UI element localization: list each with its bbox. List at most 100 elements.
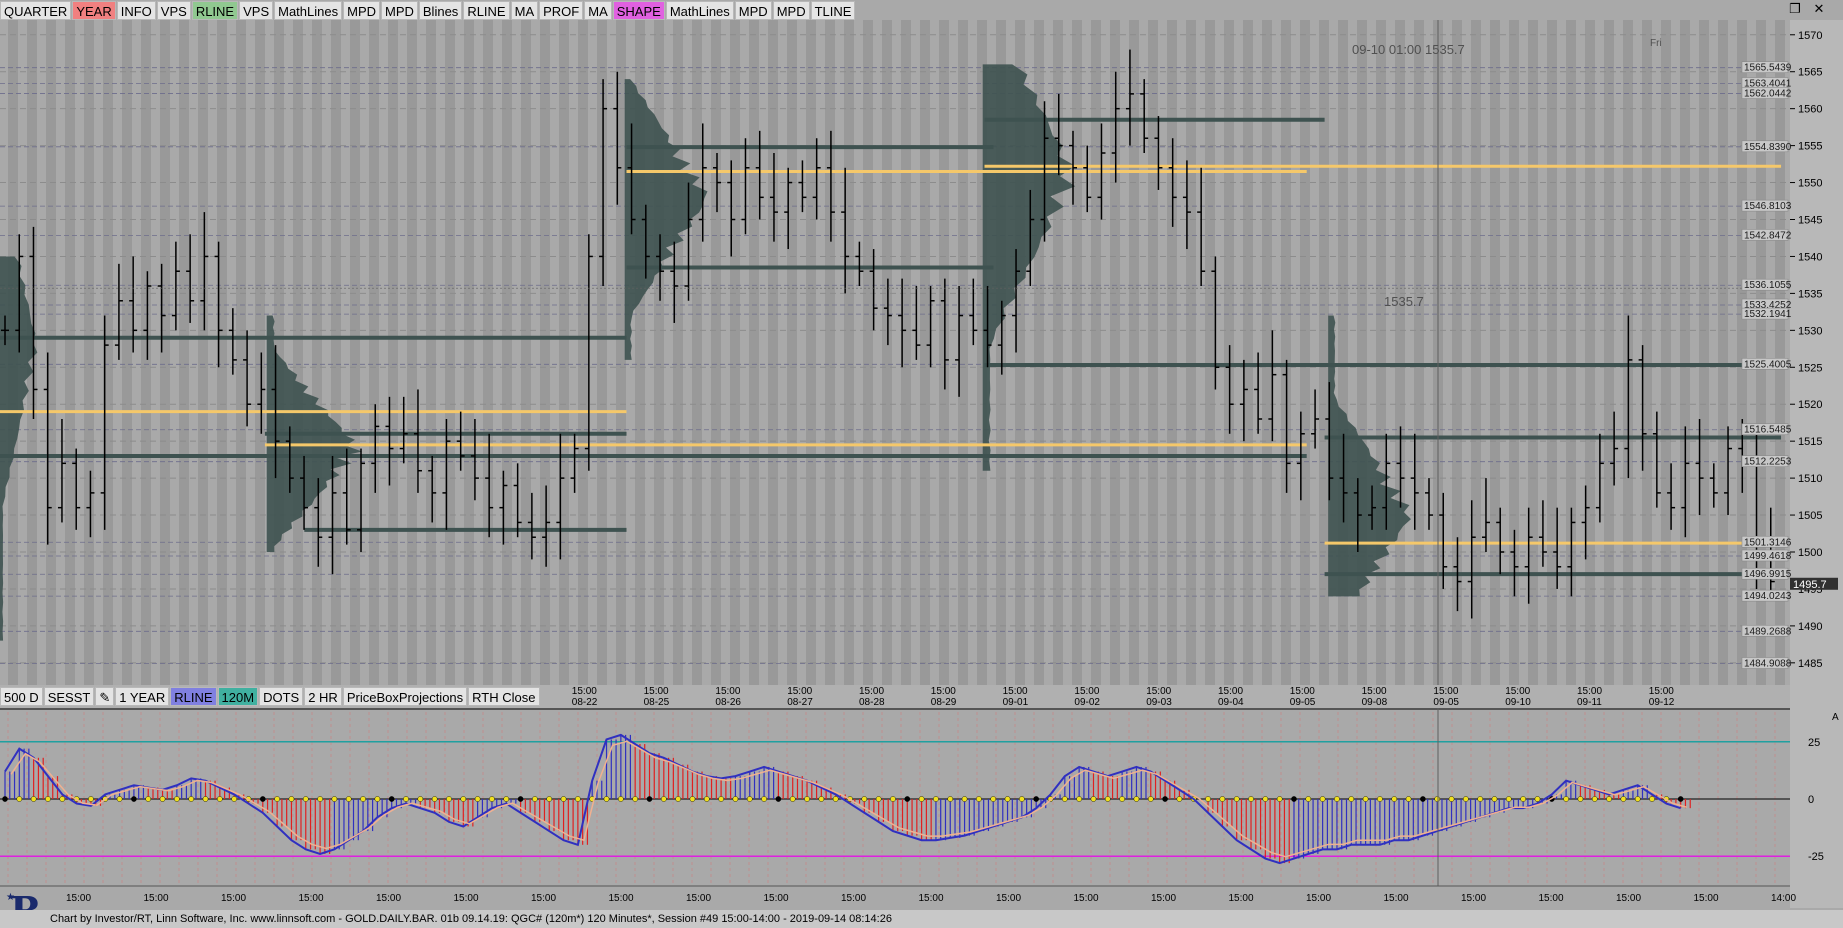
toolbar-button-shape[interactable]: SHAPE [612, 0, 665, 20]
session-band [502, 20, 512, 685]
toolbar-button-dots[interactable]: DOTS [259, 686, 304, 706]
toolbar-button-sesst[interactable]: SESST [43, 686, 95, 706]
session-band [1585, 20, 1595, 685]
macd-oscillator-panel[interactable]: 25 0 -25 A 15:00 15:00 15:00 15:00 15:00 15:00 15:… [0, 708, 1843, 908]
toolbar-button-1-year[interactable]: 1 YEAR [115, 686, 170, 706]
crosshair-price-label: 1535.7 [1384, 294, 1424, 309]
price-tick-label: 1490 [1798, 621, 1822, 633]
session-band [787, 20, 797, 685]
session-band [1642, 20, 1652, 685]
squeeze-dot [732, 796, 739, 802]
osc-time-label: 15:00 [764, 893, 789, 904]
toolbar-button-mpd[interactable]: MPD [734, 0, 772, 20]
date-axis-label: 09-05 [1290, 697, 1316, 708]
price-tick-label: 1500 [1798, 547, 1822, 559]
status-text: Chart by Investor/RT, Linn Software, Inc… [50, 913, 892, 925]
date-axis-label: 08-22 [572, 697, 598, 708]
toolbar-button-vps[interactable]: VPS [239, 0, 274, 20]
status-bar: Chart by Investor/RT, Linn Software, Inc… [0, 910, 1843, 928]
toolbar-button-mpd[interactable]: MPD [381, 0, 418, 20]
squeeze-dot [159, 796, 166, 802]
toolbar-button-priceboxprojections[interactable]: PriceBoxProjections [342, 686, 468, 706]
session-band [559, 20, 569, 685]
time-axis-label: 15:00 [1649, 686, 1674, 697]
toolbar-button-tline[interactable]: TLINE [810, 0, 856, 20]
session-band [521, 20, 531, 685]
session-band [1414, 20, 1424, 685]
osc-tick-label: 25 [1808, 737, 1820, 749]
toolbar-button-ma[interactable]: MA [584, 0, 612, 20]
toolbar-button-ma[interactable]: MA [510, 0, 539, 20]
squeeze-dot [88, 796, 94, 802]
time-axis-label: 15:00 [1074, 686, 1099, 697]
last-price-label: 1495.7 [1793, 579, 1827, 591]
price-level-label: 1484.9088 [1744, 659, 1792, 670]
session-band [445, 20, 455, 685]
session-band [578, 20, 588, 685]
session-band [1490, 20, 1500, 685]
squeeze-dot [2, 796, 8, 802]
time-axis-label: 15:00 [644, 686, 669, 697]
toolbar-button-rth-close[interactable]: RTH Close [468, 686, 540, 706]
osc-time-label: 15:00 [1306, 893, 1331, 904]
squeeze-dot [575, 796, 581, 802]
squeeze-dot [374, 796, 381, 802]
squeeze-dot [618, 796, 624, 802]
toolbar-button-vps[interactable]: VPS [156, 0, 191, 20]
osc-time-label: 15:00 [1539, 893, 1564, 904]
date-axis-label: 09-02 [1074, 697, 1100, 708]
squeeze-dot [1348, 796, 1355, 802]
toolbar-button-mathlines[interactable]: MathLines [274, 0, 343, 20]
pencil-icon[interactable]: ✎ [95, 686, 115, 706]
toolbar-button-rline[interactable]: RLINE [191, 0, 239, 20]
day-label: Fri [1650, 38, 1662, 49]
price-chart[interactable]: 09-10 01:00 1535.7 1535.7 Fri 1570 1565 1560 1… [0, 20, 1843, 710]
price-level-label: 1546.8103 [1744, 201, 1792, 212]
toolbar-button-mpd[interactable]: MPD [343, 0, 380, 20]
session-band [768, 20, 778, 685]
session-band [1756, 20, 1766, 685]
osc-time-label: 15:00 [1229, 893, 1254, 904]
price-tick-label: 1565 [1798, 67, 1822, 79]
toolbar-button-info[interactable]: INFO [116, 0, 156, 20]
squeeze-dot [718, 796, 724, 802]
squeeze-dot [231, 796, 237, 802]
squeeze-dot [259, 796, 266, 802]
squeeze-dot [1634, 796, 1641, 802]
toolbar-button-quarter[interactable]: QUARTER [0, 0, 72, 20]
session-band [198, 20, 208, 685]
crosshair-readout: 09-10 01:00 1535.7 [1352, 42, 1465, 57]
close-icon[interactable]: ✕ [1810, 0, 1828, 18]
squeeze-dot [1577, 796, 1584, 802]
toolbar-button-mathlines[interactable]: MathLines [665, 0, 734, 20]
squeeze-dot [388, 796, 395, 802]
toolbar-button-year[interactable]: YEAR [72, 0, 116, 20]
squeeze-dot [804, 796, 810, 802]
toolbar-button-500-d[interactable]: 500 D [0, 686, 43, 706]
restore-icon[interactable]: ❐ [1786, 0, 1804, 18]
squeeze-dot [1147, 796, 1154, 802]
squeeze-dot [675, 796, 681, 802]
date-axis-label: 09-04 [1218, 697, 1244, 708]
toolbar-button-2-hr[interactable]: 2 HR [304, 686, 342, 706]
price-level-label: 1562.0442 [1744, 89, 1792, 100]
toolbar-button-mpd[interactable]: MPD [772, 0, 810, 20]
toolbar-button-prof[interactable]: PROF [539, 0, 584, 20]
squeeze-dot [890, 796, 896, 802]
squeeze-dot [1420, 796, 1426, 802]
toolbar-button-rline[interactable]: RLINE [170, 686, 217, 706]
squeeze-dot [288, 796, 295, 802]
toolbar-button-blines[interactable]: Blines [418, 0, 463, 20]
squeeze-dot [274, 796, 280, 802]
toolbar-button-120m[interactable]: 120M [217, 686, 259, 706]
squeeze-dot [1649, 796, 1655, 802]
session-band [464, 20, 474, 685]
price-tick-label: 1530 [1798, 325, 1822, 337]
session-band [255, 20, 265, 685]
squeeze-dot [1233, 796, 1240, 802]
squeeze-dot [1305, 796, 1312, 802]
toolbar-button-rline[interactable]: RLINE [463, 0, 510, 20]
date-axis-label: 09-10 [1505, 697, 1531, 708]
squeeze-dot [918, 796, 925, 802]
session-band [1699, 20, 1709, 685]
